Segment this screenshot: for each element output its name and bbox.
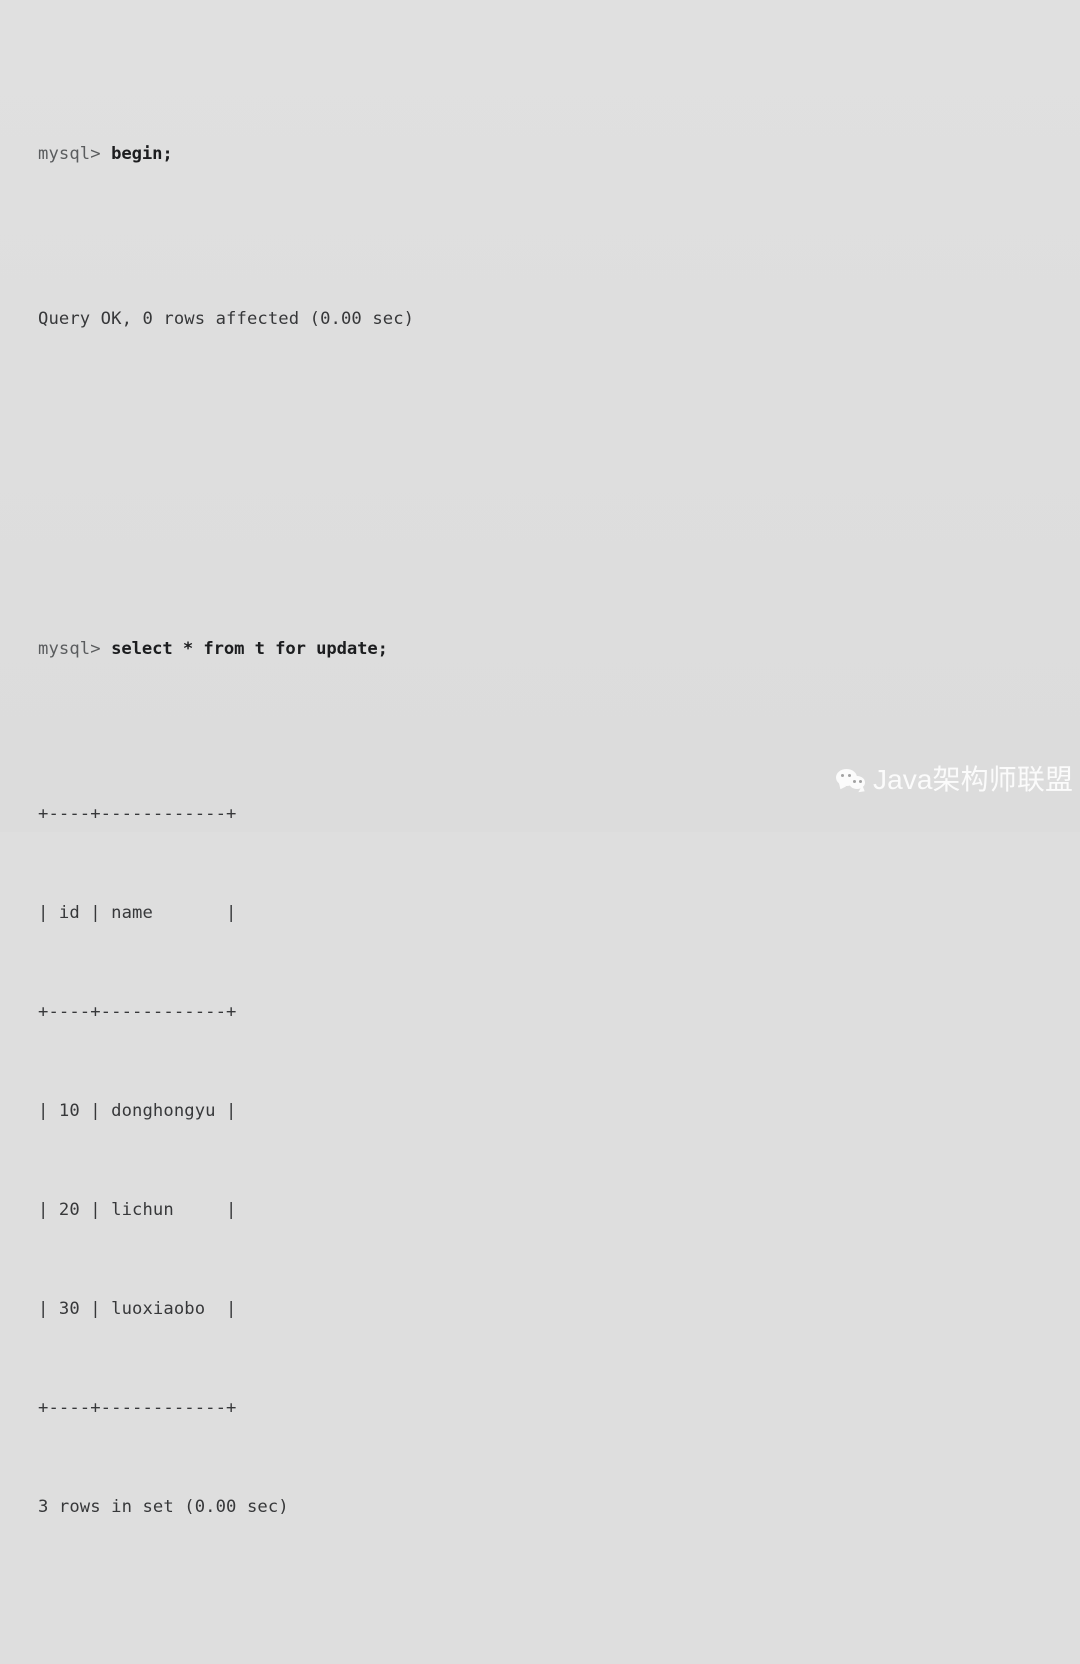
terminal-line-command: mysql> select ENGINE_LOCK_ID, ENGINE_TRA… — [0, 1656, 1080, 1664]
watermark: Java架构师联盟 — [836, 764, 1074, 795]
terminal-window: mysql> begin; Query OK, 0 rows affected … — [0, 0, 1080, 1664]
mysql-prompt: mysql> — [38, 144, 112, 164]
table-row: | 20 | lichun | — [38, 1200, 237, 1220]
terminal-line-command: mysql> select * from t for update; — [0, 633, 1080, 666]
sql-command: select * from t for update; — [111, 639, 388, 659]
table-separator: +----+------------+ — [38, 1002, 237, 1022]
watermark-text: Java架构师联盟 — [873, 764, 1074, 795]
terminal-line-command: mysql> begin; — [0, 138, 1080, 171]
table-separator: +----+------------+ — [38, 1398, 237, 1418]
sql-command: select ENGINE_LOCK_ID, ENGINE_TRANSACTIO… — [105, 1663, 936, 1664]
table-separator: +----+------------+ — [38, 804, 237, 824]
table-header-row: | id | name | — [38, 903, 237, 923]
terminal-line-output: Query OK, 0 rows affected (0.00 sec) — [38, 309, 415, 329]
table-row: | 10 | donghongyu | — [38, 1101, 237, 1121]
result-count: 3 rows in set (0.00 sec) — [38, 1497, 289, 1517]
wechat-icon — [836, 767, 867, 795]
mysql-prompt: mysql> — [38, 639, 112, 659]
table-row: | 30 | luoxiaobo | — [38, 1299, 237, 1319]
mysql-prompt: mysql> — [38, 1663, 105, 1664]
sql-command: begin; — [111, 144, 173, 164]
